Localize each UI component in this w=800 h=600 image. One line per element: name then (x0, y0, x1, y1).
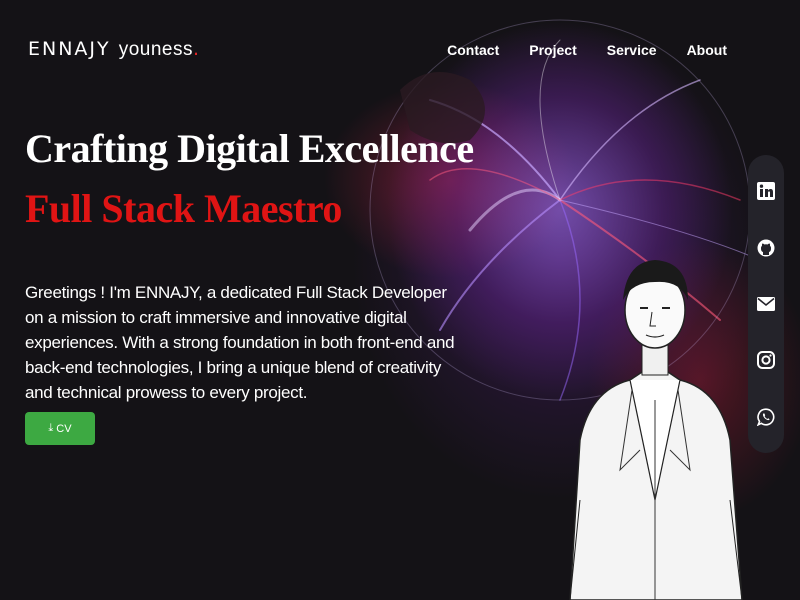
portrait-illustration (569, 260, 743, 600)
download-cv-button[interactable]: ⤓ CV (25, 412, 95, 445)
cv-button-label: CV (56, 422, 72, 435)
nav-link-contact[interactable]: Contact (447, 42, 499, 58)
download-icon: ⤓ (48, 422, 54, 434)
linkedin-icon[interactable] (755, 180, 777, 202)
navbar: ENNAJY youness. Contact Project Service … (0, 0, 800, 100)
site-logo[interactable]: ENNAJY youness. (28, 38, 201, 61)
logo-first-name: ENNAJY (28, 38, 111, 60)
nav-link-about[interactable]: About (687, 42, 727, 58)
logo-last-name: youness (118, 39, 193, 60)
github-icon[interactable] (755, 237, 777, 259)
hero-subheadline: Full Stack Maestro (25, 186, 342, 231)
mail-icon[interactable] (755, 293, 777, 315)
social-links-bar (748, 155, 784, 453)
whatsapp-icon[interactable] (755, 406, 777, 428)
hero-intro: Greetings ! I'm ENNAJY, a dedicated Full… (25, 283, 455, 402)
instagram-icon[interactable] (755, 349, 777, 371)
nav-link-project[interactable]: Project (529, 42, 576, 58)
hero-headline: Crafting Digital Excellence (25, 126, 474, 171)
nav-link-service[interactable]: Service (607, 42, 657, 58)
logo-dot: . (192, 38, 202, 60)
nav-links: Contact Project Service About (447, 42, 727, 58)
